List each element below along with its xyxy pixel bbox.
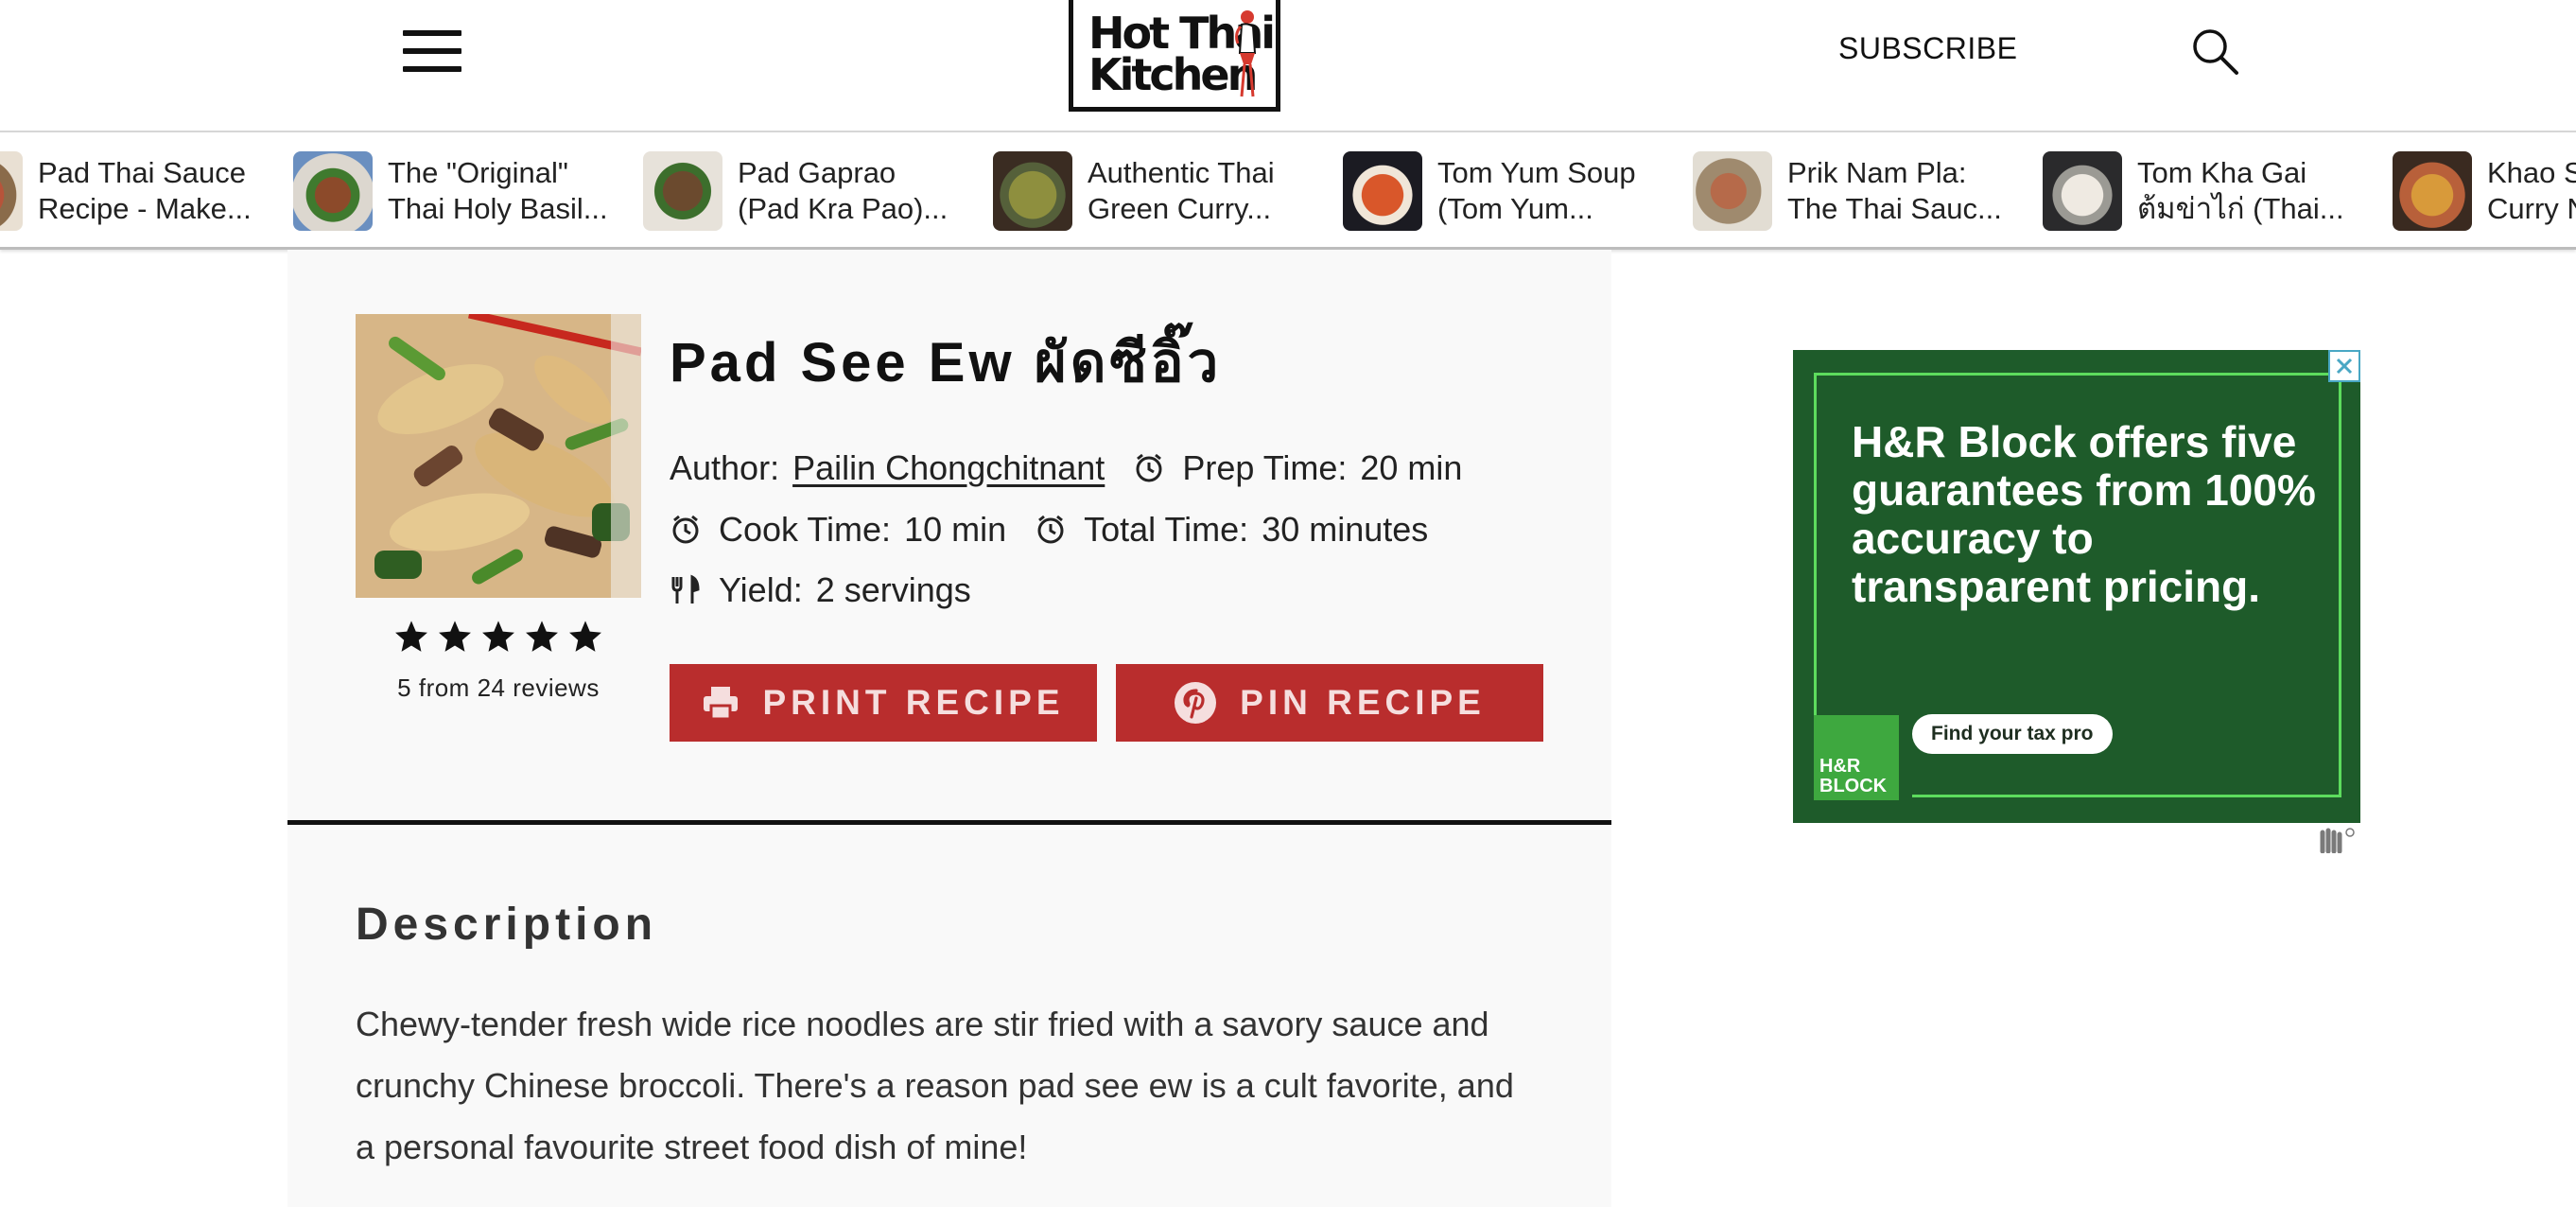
logo-figure-icon	[1235, 10, 1257, 97]
total-time-label: Total Time:	[1084, 510, 1249, 549]
meta-row-cook-total: Cook Time: 10 min Total Time: 30 minutes	[670, 506, 1456, 553]
carousel-item[interactable]: Pad Thai Sauce Recipe - Make...	[0, 149, 252, 233]
recipe-carousel: Pad Thai Sauce Recipe - Make... The "Orig…	[0, 134, 2576, 250]
pinterest-icon	[1175, 682, 1217, 724]
total-time-value: 30 minutes	[1262, 510, 1429, 549]
yield-value: 2 servings	[815, 570, 971, 609]
star-icon[interactable]	[437, 619, 473, 655]
carousel-item[interactable]: Tom Yum Soup (Tom Yum...	[1343, 149, 1636, 233]
cook-time-label: Cook Time:	[719, 510, 892, 549]
section-divider	[287, 820, 1611, 825]
prep-time-value: 20 min	[1360, 448, 1463, 487]
print-recipe-label: PRINT RECIPE	[762, 683, 1065, 722]
clock-icon	[672, 515, 699, 544]
carousel-thumbnail	[2043, 151, 2122, 231]
carousel-item-label: Tom Kha Gai ต้มข่าไก่ (Thai...	[2137, 156, 2344, 225]
clock-icon	[1136, 453, 1162, 482]
carousel-item-label: Authentic Thai Green Curry...	[1088, 156, 1275, 225]
carousel-thumbnail	[0, 151, 23, 231]
recipe-card: 5 from 24 reviews Pad See Ew ผัดซีอิ๊ว A…	[287, 250, 1611, 1207]
fork-knife-icon	[671, 574, 700, 604]
carousel-item[interactable]: Pad Gaprao (Pad Kra Pao)...	[643, 149, 948, 233]
carousel-item[interactable]: Prik Nam Pla: The Thai Sauc...	[1693, 149, 2002, 233]
subscribe-link[interactable]: SUBSCRIBE	[1838, 31, 2017, 66]
carousel-thumbnail	[993, 151, 1072, 231]
carousel-item-label: Khao SCurry N	[2487, 156, 2576, 225]
advertisement[interactable]: H&R Block offers five guarantees from 10…	[1793, 350, 2360, 823]
author-label: Author:	[670, 448, 780, 487]
carousel-item-label: Prik Nam Pla: The Thai Sauc...	[1787, 156, 2002, 225]
carousel-item[interactable]: The "Original" Thai Holy Basil...	[293, 149, 608, 233]
ad-cta-button[interactable]: Find your tax pro	[1912, 714, 2113, 754]
carousel-item[interactable]: Tom Kha Gai ต้มข่าไก่ (Thai...	[2043, 149, 2344, 233]
description-text: Chewy-tender fresh wide rice noodles are…	[356, 1005, 1514, 1166]
hr-block-logo: H&R BLOCK	[1814, 715, 1899, 800]
star-icon[interactable]	[393, 619, 429, 655]
close-icon[interactable]	[2328, 350, 2360, 382]
carousel-thumbnail	[643, 151, 722, 231]
meta-row-yield: Yield: 2 servings	[670, 567, 1000, 614]
carousel-item-label: The "Original" Thai Holy Basil...	[388, 156, 608, 225]
carousel-thumbnail	[293, 151, 373, 231]
recipe-photo[interactable]	[356, 314, 641, 598]
star-icon[interactable]	[524, 619, 560, 655]
ad-frame-bottom	[1912, 795, 2341, 797]
cook-time-value: 10 min	[904, 510, 1007, 549]
carousel-item-label: Tom Yum Soup (Tom Yum...	[1437, 156, 1636, 225]
carousel-item-label: Pad Thai Sauce Recipe - Make...	[38, 156, 252, 225]
site-header: Hot Thai Kitchen SUBSCRIBE	[0, 0, 2576, 132]
author-link[interactable]: Pailin Chongchitnant	[792, 448, 1105, 488]
ad-headline: H&R Block offers five guarantees from 10…	[1852, 417, 2316, 611]
carousel-thumbnail	[1693, 151, 1772, 231]
site-logo[interactable]: Hot Thai Kitchen	[1069, 0, 1280, 112]
ad-choices-icon[interactable]	[2319, 827, 2357, 853]
carousel-item[interactable]: Khao SCurry N	[2393, 149, 2576, 233]
pin-recipe-button[interactable]: PIN RECIPE	[1116, 664, 1543, 742]
carousel-item[interactable]: Authentic Thai Green Curry...	[993, 149, 1275, 233]
recipe-title: Pad See Ew ผัดซีอิ๊ว	[670, 332, 1223, 394]
rating-stars[interactable]	[393, 619, 603, 656]
carousel-item-label: Pad Gaprao (Pad Kra Pao)...	[738, 156, 949, 225]
print-recipe-button[interactable]: PRINT RECIPE	[670, 664, 1097, 742]
menu-icon[interactable]	[403, 30, 461, 72]
meta-row-author-prep: Author: Pailin Chongchitnant Prep Time: …	[670, 445, 1490, 492]
search-icon[interactable]	[2190, 26, 2239, 76]
review-count: 5 from 24 reviews	[397, 673, 600, 702]
star-icon[interactable]	[480, 619, 516, 655]
description-heading: Description	[356, 900, 658, 950]
printer-icon	[704, 687, 739, 721]
star-icon[interactable]	[567, 619, 603, 655]
clock-icon	[1037, 515, 1064, 544]
prep-time-label: Prep Time:	[1182, 448, 1348, 487]
pin-recipe-label: PIN RECIPE	[1240, 683, 1486, 722]
yield-label: Yield:	[719, 570, 803, 609]
carousel-thumbnail	[1343, 151, 1422, 231]
carousel-thumbnail	[2393, 151, 2472, 231]
